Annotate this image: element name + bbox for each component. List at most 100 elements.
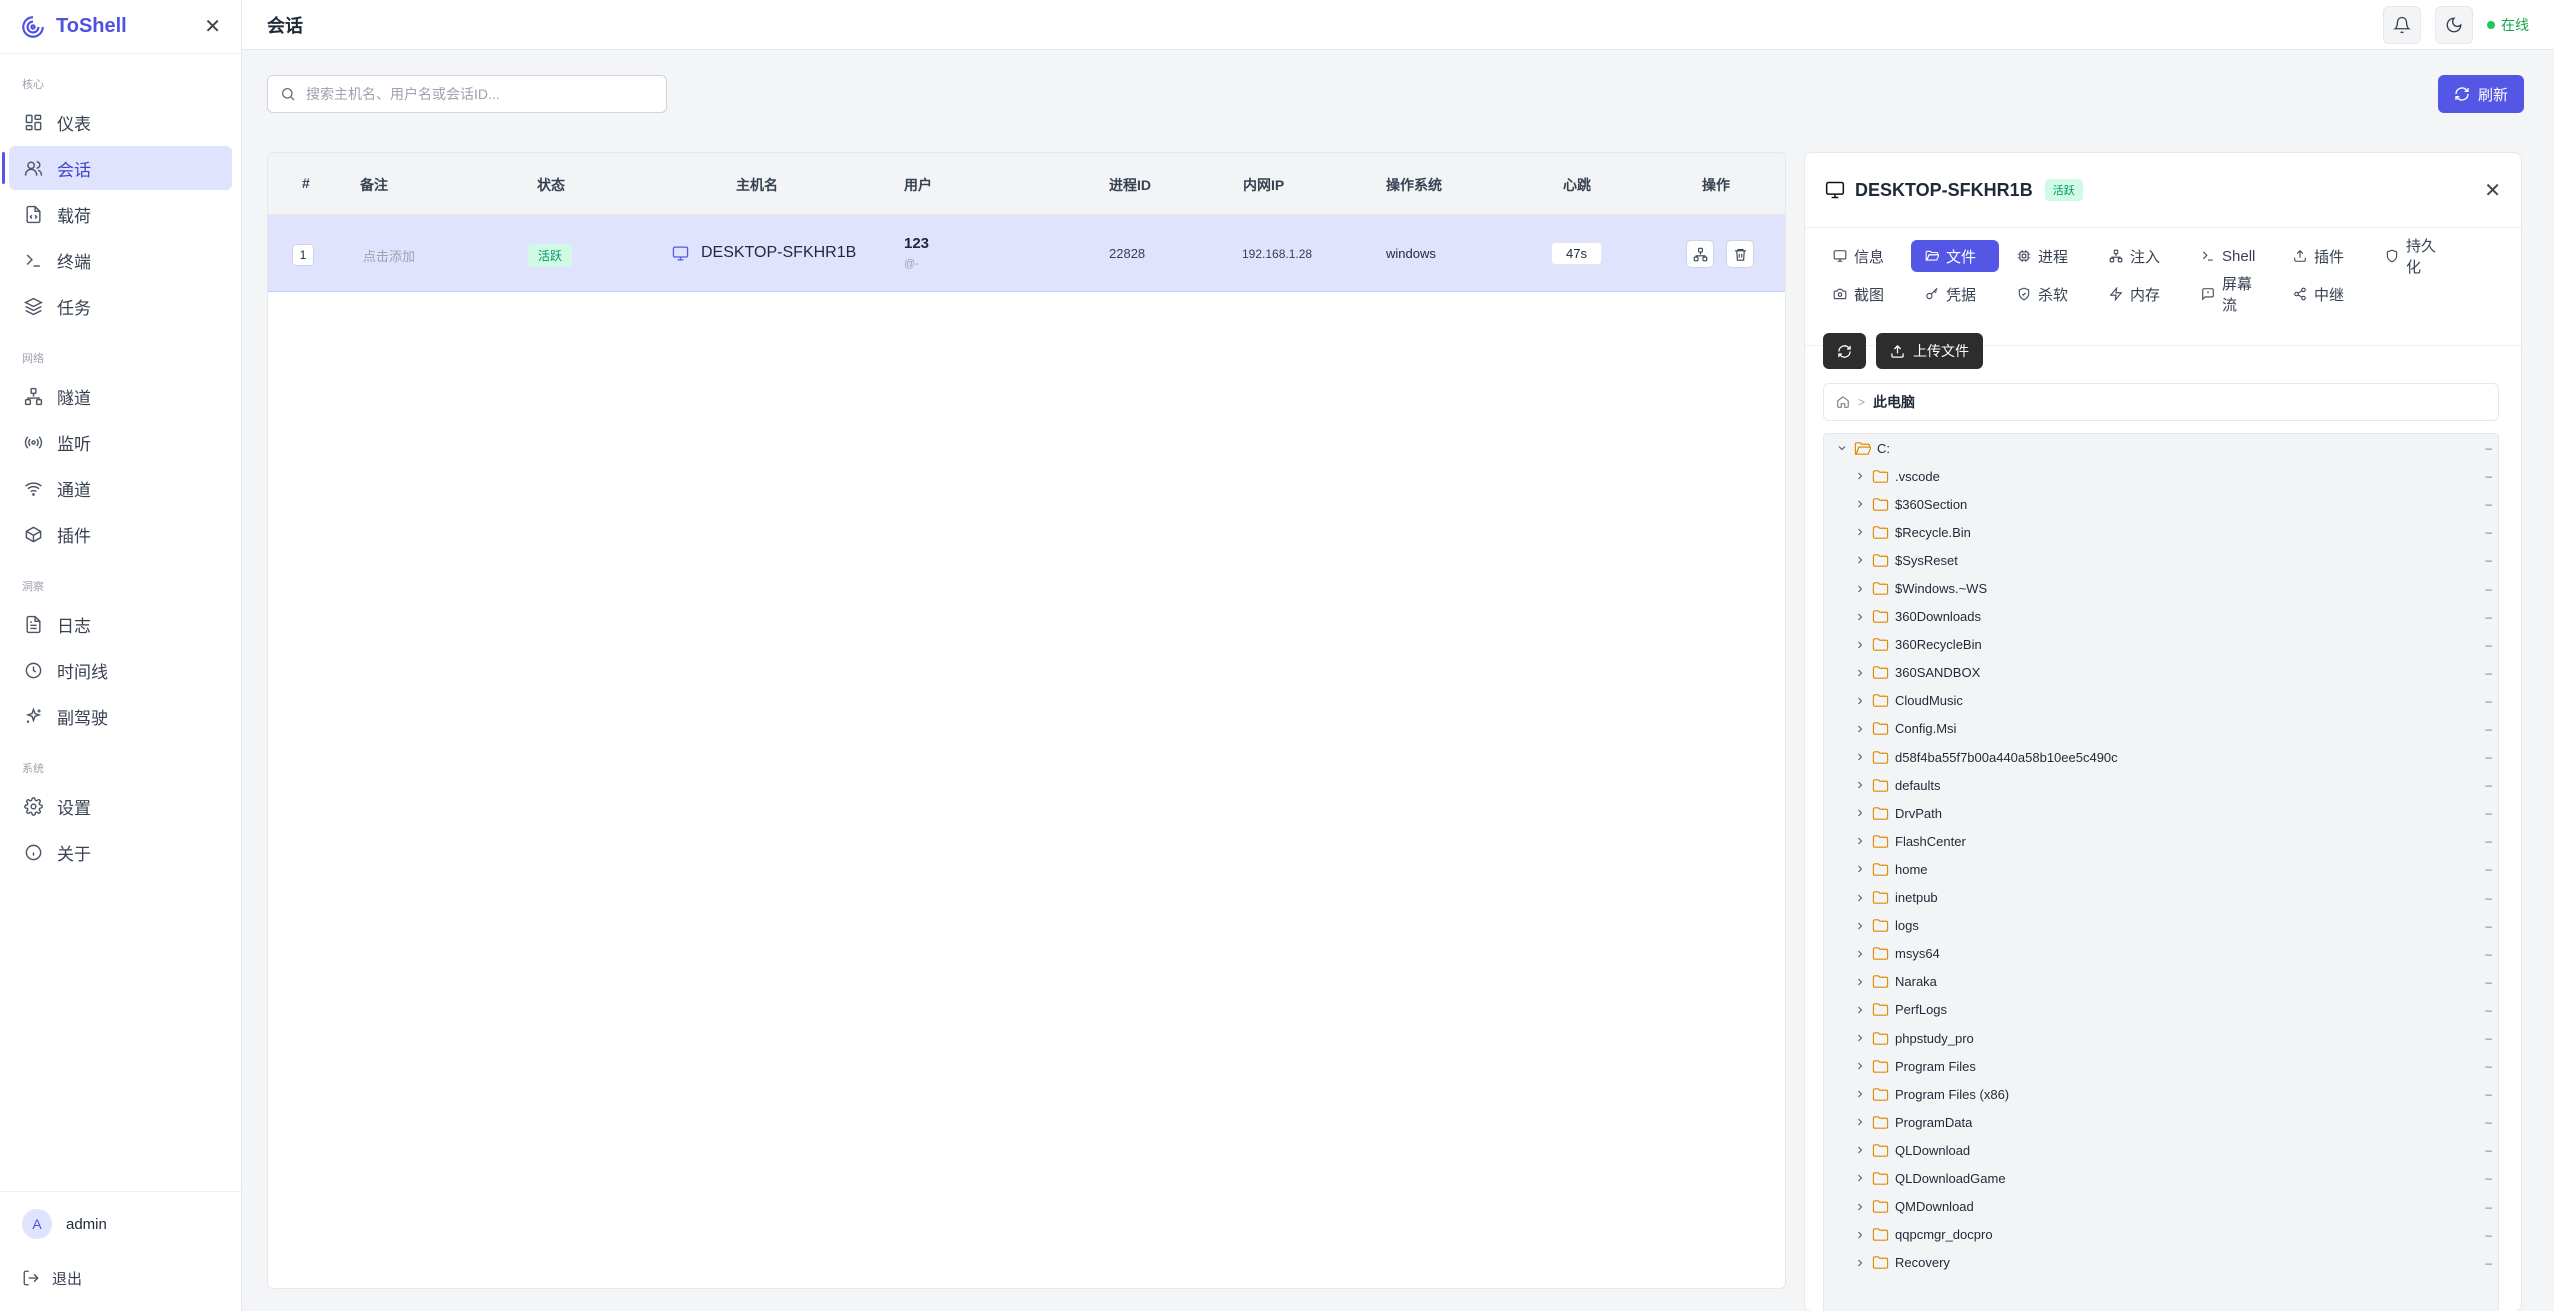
tree-folder-row[interactable]: Program Files – bbox=[1824, 1052, 2498, 1080]
tab-inject[interactable]: 注入 bbox=[2095, 240, 2183, 272]
chevron-right-icon[interactable] bbox=[1854, 863, 1866, 875]
sidebar-item-gear[interactable]: 设置 bbox=[9, 784, 232, 828]
reload-files-button[interactable] bbox=[1823, 333, 1866, 369]
sidebar-item-layers[interactable]: 任务 bbox=[9, 284, 232, 328]
upload-file-button[interactable]: 上传文件 bbox=[1876, 333, 1983, 369]
tree-folder-row[interactable]: qqpcmgr_docpro – bbox=[1824, 1221, 2498, 1249]
tab-upload[interactable]: 插件 bbox=[2279, 240, 2367, 272]
tree-folder-row[interactable]: msys64 – bbox=[1824, 940, 2498, 968]
sidebar-item-network[interactable]: 隧道 bbox=[9, 374, 232, 418]
chevron-right-icon[interactable] bbox=[1854, 1201, 1866, 1213]
tree-folder-row[interactable]: QLDownloadGame – bbox=[1824, 1164, 2498, 1192]
chevron-right-icon[interactable] bbox=[1854, 1116, 1866, 1128]
tab-folder-open[interactable]: 文件 bbox=[1911, 240, 1999, 272]
sidebar-item-info[interactable]: 关于 bbox=[9, 830, 232, 874]
chevron-right-icon[interactable] bbox=[1854, 1060, 1866, 1072]
tab-key[interactable]: 凭据 bbox=[1911, 278, 1999, 310]
tree-folder-row[interactable]: Config.Msi – bbox=[1824, 715, 2498, 743]
chevron-right-icon[interactable] bbox=[1854, 554, 1866, 566]
tree-folder-row[interactable]: 360Downloads – bbox=[1824, 603, 2498, 631]
chevron-right-icon[interactable] bbox=[1854, 526, 1866, 538]
chevron-right-icon[interactable] bbox=[1854, 1004, 1866, 1016]
tree-folder-row[interactable]: inetpub – bbox=[1824, 884, 2498, 912]
chevron-right-icon[interactable] bbox=[1854, 667, 1866, 679]
tree-folder-row[interactable]: home – bbox=[1824, 855, 2498, 883]
tree-folder-row[interactable]: d58f4ba55f7b00a440a58b10ee5c490c – bbox=[1824, 743, 2498, 771]
close-sidebar-icon[interactable]: ✕ bbox=[204, 14, 221, 39]
home-icon[interactable] bbox=[1836, 395, 1850, 409]
tab-shield-check[interactable]: 杀软 bbox=[2003, 278, 2091, 310]
chevron-right-icon[interactable] bbox=[1854, 470, 1866, 482]
tree-folder-row[interactable]: CloudMusic – bbox=[1824, 687, 2498, 715]
tree-folder-row[interactable]: $360Section – bbox=[1824, 490, 2498, 518]
chevron-right-icon[interactable] bbox=[1854, 583, 1866, 595]
sidebar-item-dashboard[interactable]: 仪表 bbox=[9, 100, 232, 144]
tree-folder-row[interactable]: FlashCenter – bbox=[1824, 827, 2498, 855]
chevron-right-icon[interactable] bbox=[1854, 751, 1866, 763]
chevron-right-icon[interactable] bbox=[1854, 807, 1866, 819]
chevron-right-icon[interactable] bbox=[1854, 1032, 1866, 1044]
sidebar-item-package[interactable]: 插件 bbox=[9, 512, 232, 556]
refresh-button[interactable]: 刷新 bbox=[2437, 75, 2524, 113]
tree-folder-row[interactable]: defaults – bbox=[1824, 771, 2498, 799]
chevron-right-icon[interactable] bbox=[1854, 892, 1866, 904]
close-panel-icon[interactable]: ✕ bbox=[2484, 178, 2501, 203]
chevron-right-icon[interactable] bbox=[1854, 1257, 1866, 1269]
chevron-right-icon[interactable] bbox=[1854, 835, 1866, 847]
tab-camera[interactable]: 截图 bbox=[1819, 278, 1907, 310]
sidebar-item-clock[interactable]: 时间线 bbox=[9, 648, 232, 692]
tree-folder-row[interactable]: .vscode – bbox=[1824, 462, 2498, 490]
tree-folder-row[interactable]: logs – bbox=[1824, 912, 2498, 940]
tree-folder-row[interactable]: QMDownload – bbox=[1824, 1193, 2498, 1221]
tab-shield[interactable]: 持久化 bbox=[2371, 238, 2459, 276]
theme-toggle-button[interactable] bbox=[2435, 5, 2473, 44]
tree-folder-row[interactable]: $Windows.~WS – bbox=[1824, 574, 2498, 602]
sidebar-item-sparkles[interactable]: 副驾驶 bbox=[9, 694, 232, 738]
tree-folder-row[interactable]: 360RecycleBin – bbox=[1824, 631, 2498, 659]
user-profile[interactable]: A admin bbox=[0, 1192, 241, 1256]
tab-share[interactable]: 中继 bbox=[2279, 278, 2367, 310]
tunnel-action-button[interactable] bbox=[1686, 240, 1714, 268]
tab-screen-stream[interactable]: 屏幕流 bbox=[2187, 276, 2275, 314]
tab-cpu[interactable]: 进程 bbox=[2003, 240, 2091, 272]
tree-folder-row[interactable]: Program Files (x86) – bbox=[1824, 1080, 2498, 1108]
chevron-right-icon[interactable] bbox=[1854, 779, 1866, 791]
tree-folder-row[interactable]: DrvPath – bbox=[1824, 799, 2498, 827]
tab-terminal[interactable]: Shell bbox=[2187, 240, 2275, 272]
chevron-down-icon[interactable] bbox=[1836, 442, 1848, 454]
delete-action-button[interactable] bbox=[1726, 240, 1754, 268]
tree-folder-row[interactable]: $SysReset – bbox=[1824, 546, 2498, 574]
chevron-right-icon[interactable] bbox=[1854, 611, 1866, 623]
chevron-right-icon[interactable] bbox=[1854, 1144, 1866, 1156]
notifications-button[interactable] bbox=[2383, 5, 2421, 44]
chevron-right-icon[interactable] bbox=[1854, 498, 1866, 510]
tab-info-box[interactable]: 信息 bbox=[1819, 240, 1907, 272]
chevron-right-icon[interactable] bbox=[1854, 695, 1866, 707]
chevron-right-icon[interactable] bbox=[1854, 976, 1866, 988]
tree-folder-row[interactable]: phpstudy_pro – bbox=[1824, 1024, 2498, 1052]
chevron-right-icon[interactable] bbox=[1854, 639, 1866, 651]
tree-folder-row[interactable]: 360SANDBOX – bbox=[1824, 659, 2498, 687]
sidebar-item-radio[interactable]: 监听 bbox=[9, 420, 232, 464]
chevron-right-icon[interactable] bbox=[1854, 723, 1866, 735]
tree-folder-row[interactable]: QLDownload – bbox=[1824, 1136, 2498, 1164]
tree-folder-row[interactable]: Recovery – bbox=[1824, 1249, 2498, 1277]
tree-folder-row[interactable]: Naraka – bbox=[1824, 968, 2498, 996]
sidebar-item-wifi[interactable]: 通道 bbox=[9, 466, 232, 510]
chevron-right-icon[interactable] bbox=[1854, 948, 1866, 960]
sidebar-item-file-code[interactable]: 载荷 bbox=[9, 192, 232, 236]
sidebar-item-log[interactable]: 日志 bbox=[9, 602, 232, 646]
chevron-right-icon[interactable] bbox=[1854, 1229, 1866, 1241]
tab-bolt[interactable]: 内存 bbox=[2095, 278, 2183, 310]
chevron-right-icon[interactable] bbox=[1854, 920, 1866, 932]
breadcrumb-current[interactable]: 此电脑 bbox=[1873, 392, 1915, 412]
logout-button[interactable]: 退出 bbox=[0, 1256, 241, 1300]
sidebar-item-users[interactable]: 会话 bbox=[2, 146, 232, 190]
tree-folder-row[interactable]: $Recycle.Bin – bbox=[1824, 518, 2498, 546]
table-row[interactable]: 1 点击添加 活跃 DESKTOP-SFKHR1B 123 @- 22828 1… bbox=[268, 215, 1785, 292]
search-input[interactable] bbox=[306, 86, 654, 102]
tree-folder-row[interactable]: PerfLogs – bbox=[1824, 996, 2498, 1024]
chevron-right-icon[interactable] bbox=[1854, 1172, 1866, 1184]
tree-folder-row[interactable]: ProgramData – bbox=[1824, 1108, 2498, 1136]
sidebar-item-terminal[interactable]: 终端 bbox=[9, 238, 232, 282]
